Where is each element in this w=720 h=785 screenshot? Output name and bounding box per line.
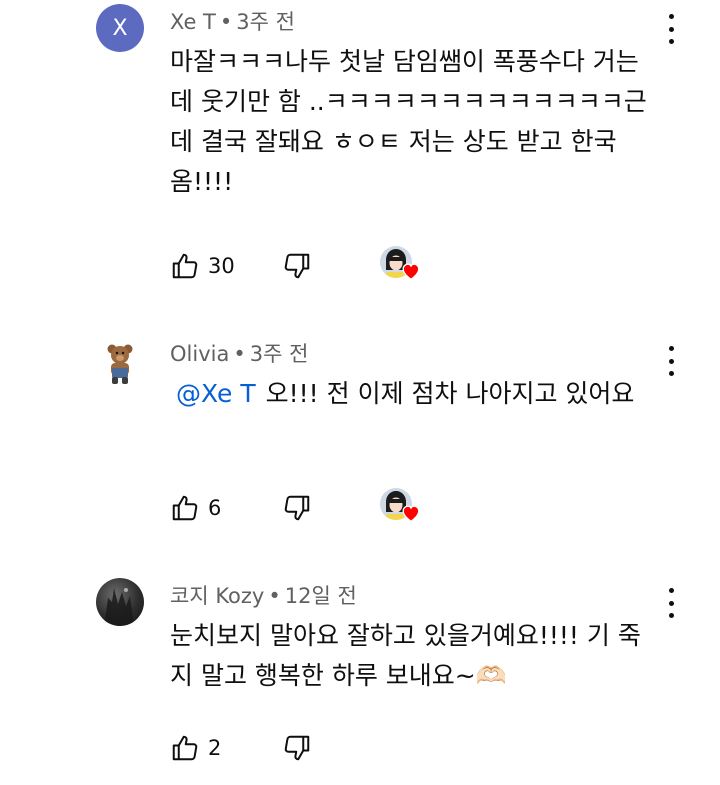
author-name[interactable]: Xe T bbox=[170, 10, 216, 34]
like-button[interactable]: 6 bbox=[170, 492, 221, 524]
like-button[interactable]: 2 bbox=[170, 732, 221, 764]
meta-separator: • bbox=[233, 342, 246, 366]
avatar[interactable] bbox=[96, 578, 144, 626]
dislike-button[interactable] bbox=[282, 492, 312, 524]
comment-meta: Xe T • 3주 전 bbox=[170, 6, 295, 36]
heart-icon bbox=[402, 263, 420, 281]
avatar[interactable] bbox=[96, 338, 144, 386]
comment-time[interactable]: 3주 전 bbox=[236, 10, 295, 34]
comment-text: @Xe T 오!!! 전 이제 점차 나아지고 있어요 bbox=[170, 374, 660, 414]
more-vert-icon[interactable] bbox=[664, 14, 678, 44]
author-name[interactable]: Olivia bbox=[170, 342, 229, 366]
comment-time[interactable]: 3주 전 bbox=[250, 342, 309, 366]
thumbs-down-icon bbox=[284, 253, 310, 279]
more-vert-icon[interactable] bbox=[664, 588, 678, 618]
thumbs-up-icon bbox=[172, 735, 198, 761]
thumbs-up-icon bbox=[172, 253, 198, 279]
comment-item: X Xe T • 3주 전 마잘ㅋㅋㅋ나두 첫날 담임쌤이 폭풍수다 거는데 웃기만… bbox=[0, 0, 720, 300]
like-button[interactable]: 30 bbox=[170, 250, 235, 282]
comment-actions: 6 bbox=[170, 488, 450, 524]
dislike-button[interactable] bbox=[282, 732, 312, 764]
like-count: 2 bbox=[208, 736, 222, 760]
author-name[interactable]: 코지 Kozy bbox=[170, 584, 264, 608]
like-count: 30 bbox=[208, 254, 235, 278]
heart-icon bbox=[402, 505, 420, 523]
comment-meta: 코지 Kozy • 12일 전 bbox=[170, 580, 357, 610]
mention-link[interactable]: @Xe T bbox=[170, 379, 256, 408]
comment-meta: Olivia • 3주 전 bbox=[170, 338, 308, 368]
creator-heart-badge bbox=[380, 246, 424, 286]
comment-text: 눈치보지 말아요 잘하고 있을거예요!!!! 기 죽지 말고 행복한 하루 보내… bbox=[170, 621, 641, 690]
comment-actions: 30 bbox=[170, 246, 450, 282]
dislike-button[interactable] bbox=[282, 250, 312, 282]
avatar[interactable]: X bbox=[96, 4, 144, 52]
comment-item: Olivia • 3주 전 @Xe T 오!!! 전 이제 점차 나아지고 있어요 6 bbox=[0, 330, 720, 550]
creator-heart-badge bbox=[380, 488, 424, 528]
thumbs-down-icon bbox=[284, 495, 310, 521]
comment-time[interactable]: 12일 전 bbox=[285, 584, 357, 608]
comment-item: 코지 Kozy • 12일 전 눈치보지 말아요 잘하고 있을거예요!!!! 기 죽… bbox=[0, 570, 720, 785]
comment-actions: 2 bbox=[170, 732, 450, 764]
like-count: 6 bbox=[208, 496, 222, 520]
thumbs-down-icon bbox=[284, 735, 310, 761]
more-vert-icon[interactable] bbox=[664, 346, 678, 376]
comment-text: 마잘ㅋㅋㅋ나두 첫날 담임쌤이 폭풍수다 거는데 웃기만 함 ..ㅋㅋㅋㅋㅋㅋㅋ… bbox=[170, 47, 647, 196]
meta-separator: • bbox=[268, 584, 281, 608]
thumbs-up-icon bbox=[172, 495, 198, 521]
meta-separator: • bbox=[219, 10, 233, 34]
comment-text-content: 오!!! 전 이제 점차 나아지고 있어요 bbox=[265, 379, 635, 408]
avatar-letter: X bbox=[112, 15, 128, 41]
